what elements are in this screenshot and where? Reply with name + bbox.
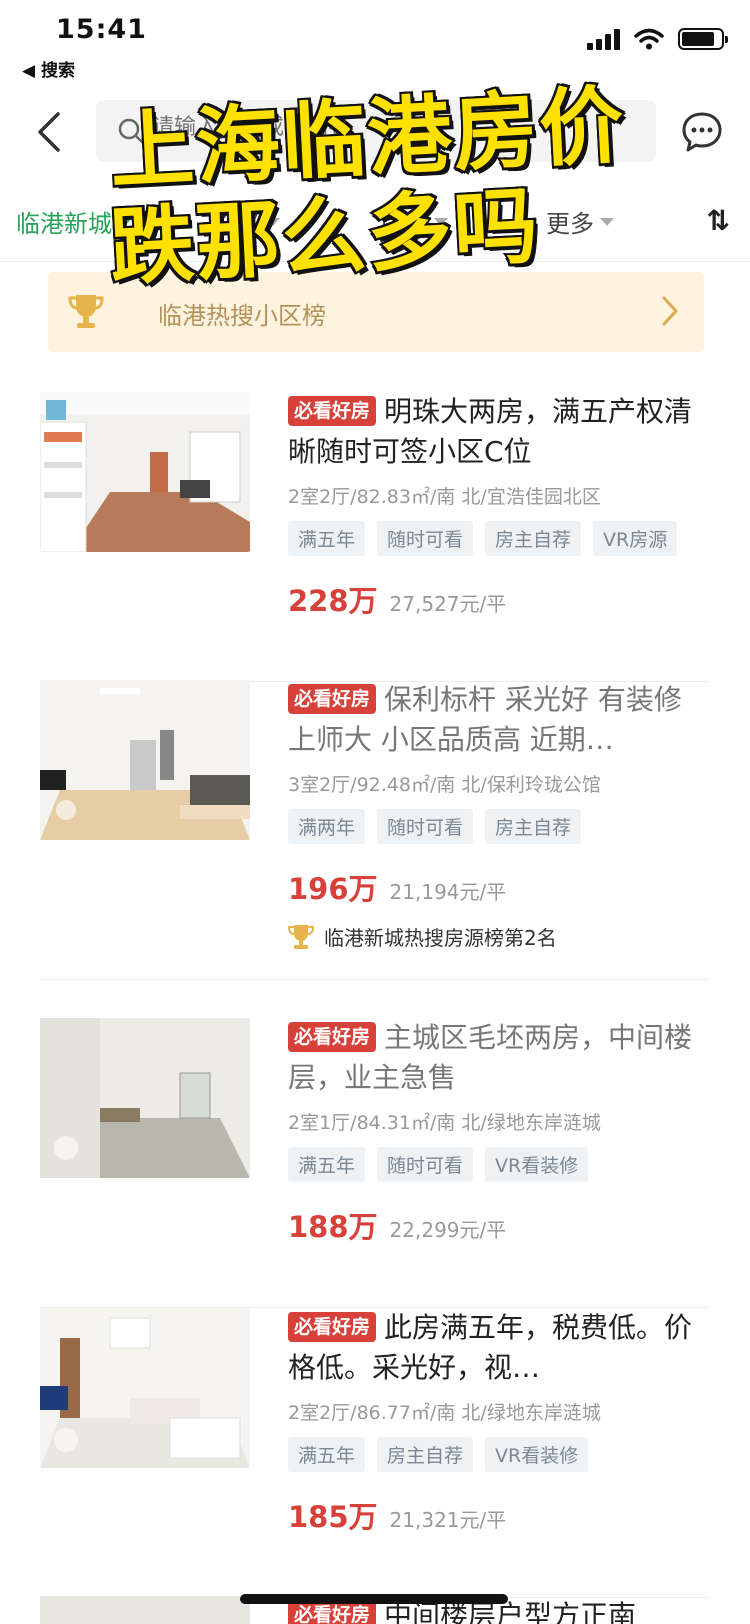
price-row: 228万 27,527元/平: [288, 578, 708, 620]
listing-photo: [40, 392, 250, 552]
listing-tag: 满五年: [288, 521, 366, 556]
home-indicator[interactable]: [240, 1594, 508, 1604]
overlay-caption: 上海临港房价 跌那么多吗: [105, 74, 629, 299]
status-time: 15:41: [56, 14, 147, 45]
listing-photo: [40, 1018, 250, 1178]
listing-card[interactable]: 必看好房 主城区毛坯两房，中间楼层，业主急售 2室1厅/84.31㎡/南 北/绿地…: [40, 1018, 710, 1308]
hot-rank-badge[interactable]: 临港新城热搜房源榜第2名: [288, 922, 708, 951]
listing-tag: VR房源: [593, 521, 678, 556]
listing-tag: 房主自荐: [485, 809, 582, 844]
trophy-icon: [288, 924, 314, 949]
listing-info: 必看好房 此房满五年，税费低。价格低。采光好，视… 2室2厅/86.77㎡/南 北…: [288, 1308, 708, 1536]
banner-text: 临港热搜小区榜: [158, 302, 326, 330]
total-price: 188万: [288, 1210, 378, 1244]
divider: [40, 979, 710, 980]
system-icons: [587, 28, 728, 50]
listing-tag: 满两年: [288, 809, 366, 844]
listing-meta: 2室2厅/82.83㎡/南 北/宜浩佳园北区: [288, 486, 601, 508]
price-row: 188万 22,299元/平: [288, 1204, 708, 1246]
listing-meta: 2室2厅/86.77㎡/南 北/绿地东岸涟城: [288, 1402, 601, 1424]
listing-photo: [40, 1596, 250, 1624]
message-icon[interactable]: [680, 110, 724, 154]
must-see-badge: 必看好房: [288, 1312, 377, 1342]
listing-photo: [40, 1308, 250, 1468]
listing-tag: 随时可看: [377, 809, 474, 844]
unit-price: 22,299元/平: [389, 1218, 507, 1242]
filter-region-label: 临港新城: [16, 210, 112, 238]
listing-tag: 房主自荐: [377, 1437, 474, 1472]
listing-info: 必看好房 明珠大两房，满五产权清晰随时可签小区C位 2室2厅/82.83㎡/南 北…: [288, 392, 708, 620]
back-to-app-link[interactable]: ◀ 搜索: [22, 56, 75, 81]
wifi-icon: [634, 28, 664, 50]
trophy-icon: [68, 295, 104, 328]
listing-meta: 2室1厅/84.31㎡/南 北/绿地东岸涟城: [288, 1112, 601, 1134]
unit-price: 27,527元/平: [389, 592, 507, 616]
unit-price: 21,321元/平: [389, 1508, 507, 1532]
listing-tag: 房主自荐: [485, 521, 582, 556]
listing-tag: 满五年: [288, 1147, 366, 1182]
listing-tags: 满五年 随时可看 房主自荐 VR房源: [288, 521, 708, 556]
listing-card[interactable]: 必看好房 保利标杆 采光好 有装修 上师大 小区品质高 近期… 3室2厅/92.4…: [40, 680, 710, 980]
listing-tag: 满五年: [288, 1437, 366, 1472]
total-price: 228万: [288, 584, 378, 618]
must-see-badge: 必看好房: [288, 1022, 377, 1052]
listing-title[interactable]: 必看好房 保利标杆 采光好 有装修 上师大 小区品质高 近期…: [288, 680, 708, 760]
total-price: 185万: [288, 1500, 378, 1534]
back-chevron-icon[interactable]: [30, 110, 70, 154]
hot-rank-text: 临港新城热搜房源榜第2名: [324, 926, 557, 950]
signal-icon: [587, 28, 620, 50]
listing-info: 必看好房 保利标杆 采光好 有装修 上师大 小区品质高 近期… 3室2厅/92.4…: [288, 680, 708, 951]
listing-tag: 随时可看: [377, 1147, 474, 1182]
sort-icon[interactable]: ⇅: [707, 204, 730, 237]
total-price: 196万: [288, 872, 378, 906]
must-see-badge: 必看好房: [288, 396, 377, 426]
must-see-badge: 必看好房: [288, 684, 377, 714]
status-bar: 15:41 ◀ 搜索: [0, 0, 750, 90]
listing-tag: VR看装修: [485, 1437, 589, 1472]
listing-tag: 随时可看: [377, 521, 474, 556]
listing-tags: 满五年 随时可看 VR看装修: [288, 1147, 708, 1182]
listing-photo: [40, 680, 250, 840]
listing-info: 必看好房 主城区毛坯两房，中间楼层，业主急售 2室1厅/84.31㎡/南 北/绿地…: [288, 1018, 708, 1246]
listing-title[interactable]: 必看好房 主城区毛坯两房，中间楼层，业主急售: [288, 1018, 708, 1098]
listing-tags: 满五年 房主自荐 VR看装修: [288, 1437, 708, 1472]
listing-title[interactable]: 必看好房 明珠大两房，满五产权清晰随时可签小区C位: [288, 392, 708, 472]
chevron-right-icon: [662, 296, 678, 326]
unit-price: 21,194元/平: [389, 880, 507, 904]
battery-icon: [678, 28, 728, 50]
listing-title[interactable]: 必看好房 此房满五年，税费低。价格低。采光好，视…: [288, 1308, 708, 1388]
listing-card[interactable]: 必看好房 明珠大两房，满五产权清晰随时可签小区C位 2室2厅/82.83㎡/南 北…: [40, 392, 710, 682]
listing-tags: 满两年 随时可看 房主自荐: [288, 809, 708, 844]
price-row: 185万 21,321元/平: [288, 1494, 708, 1536]
price-row: 196万 21,194元/平: [288, 866, 708, 908]
listing-tag: VR看装修: [485, 1147, 589, 1182]
listing-meta: 3室2厅/92.48㎡/南 北/保利玲珑公馆: [288, 774, 601, 796]
listing-card[interactable]: 必看好房 此房满五年，税费低。价格低。采光好，视… 2室2厅/86.77㎡/南 北…: [40, 1308, 710, 1598]
